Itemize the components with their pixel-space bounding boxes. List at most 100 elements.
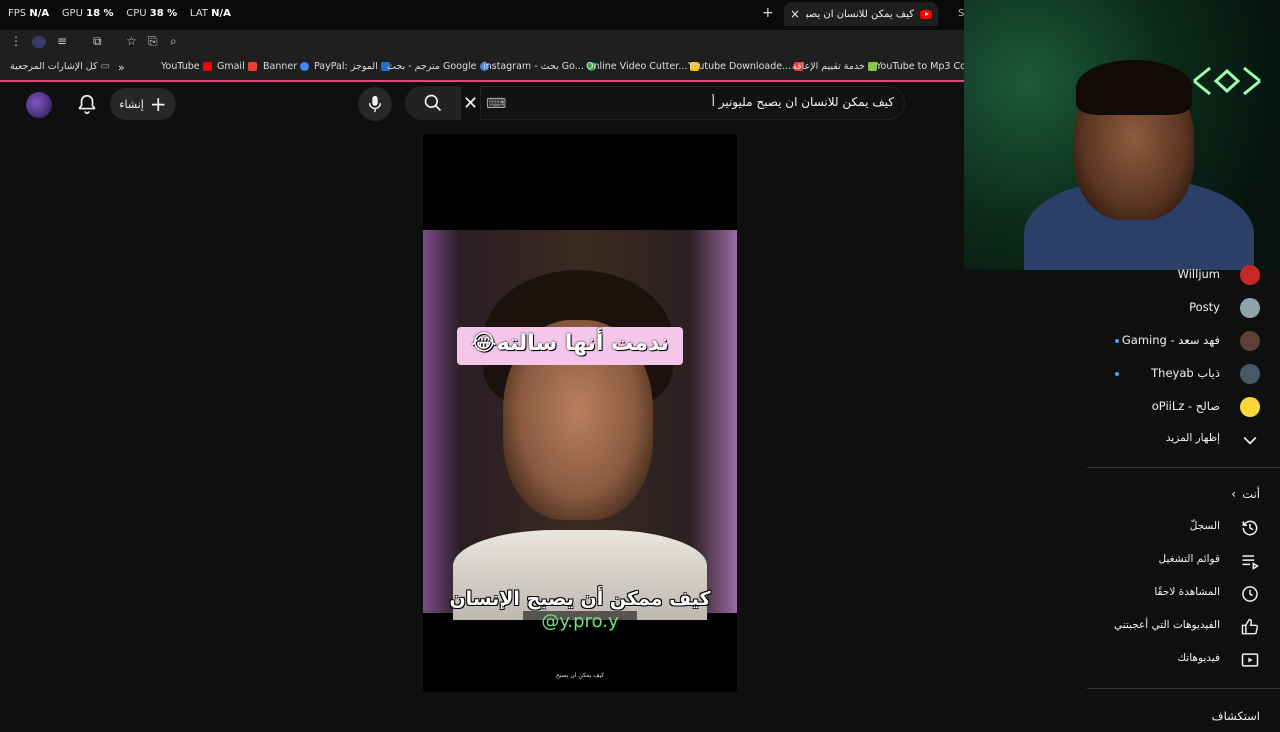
create-button[interactable]: إنشاء + bbox=[110, 88, 176, 120]
tab-title: كيف يمكن للانسان ان يصبح bbox=[806, 8, 914, 20]
new-content-dot bbox=[1115, 339, 1119, 343]
subscription-item[interactable]: Willjum bbox=[1087, 260, 1280, 290]
extensions-icon[interactable]: ⧉ bbox=[93, 34, 102, 49]
profile-icon[interactable] bbox=[32, 36, 46, 48]
you-section-title: أنت bbox=[1242, 487, 1260, 501]
all-bookmarks[interactable]: كل الإشارات المرجعية ▭ bbox=[10, 61, 110, 72]
channel-name: ذياب Theyab bbox=[1151, 366, 1220, 380]
menu-dots-icon[interactable]: ⋮ bbox=[10, 34, 22, 48]
sidebar-item-label: المشاهدة لاحقًا bbox=[1154, 586, 1220, 598]
channel-avatar[interactable] bbox=[26, 92, 52, 118]
sidebar-item-playlists[interactable]: قوائم التشغيل bbox=[1087, 546, 1280, 576]
guide-sidebar: Willjum Posty فهد سعد - Gaming ذياب They… bbox=[1087, 265, 1280, 723]
subscription-item[interactable]: Posty bbox=[1087, 293, 1280, 323]
search-query: كيف يمكن للانسان ان يصبح مليونير أ bbox=[711, 95, 894, 109]
bookmark-label: خدمة تقييم الإعاقة bbox=[792, 61, 865, 72]
bookmark-label: PayPal: الموجز bbox=[314, 61, 378, 72]
bookmark-label: Banner bbox=[263, 61, 298, 72]
fps-value: N/A bbox=[29, 8, 50, 19]
sidebar-divider bbox=[1087, 688, 1280, 689]
perf-overlay: FPS N/A GPU 18 % CPU 38 % LAT N/A bbox=[8, 8, 231, 19]
sidebar-item-your-videos[interactable]: فيديوهاتك bbox=[1087, 645, 1280, 675]
shorts-video-player[interactable]: ندمت أنها سالته😂 كيف ممكن أن يصبح الإنسا… bbox=[423, 134, 737, 692]
fps-label: FPS bbox=[8, 8, 27, 19]
new-tab-button[interactable]: + bbox=[762, 5, 774, 21]
subscription-item[interactable]: صالح - oPiiLz bbox=[1087, 392, 1280, 422]
bookmark-label: YouTube bbox=[161, 61, 200, 72]
lat-label: LAT bbox=[189, 8, 208, 19]
streamer-hair bbox=[1076, 60, 1192, 115]
video-caption-bottom: كيف ممكن أن يصبح الإنسان bbox=[449, 588, 711, 610]
bookmark-item[interactable]: Online Video Cutter... bbox=[586, 61, 700, 72]
voice-search-button[interactable] bbox=[358, 87, 392, 121]
clock-icon bbox=[1242, 586, 1258, 602]
subscription-item[interactable]: ذياب Theyab bbox=[1087, 359, 1280, 389]
bookmark-item[interactable]: Gmail bbox=[217, 61, 257, 72]
bookmark-star-icon[interactable]: ☆ bbox=[126, 34, 137, 48]
folder-icon: ▭ bbox=[100, 61, 110, 72]
channel-name: فهد سعد - Gaming bbox=[1121, 333, 1220, 347]
new-content-dot bbox=[1115, 372, 1119, 376]
video-play-icon bbox=[1241, 653, 1259, 667]
sidebar-item-label: السجلّ bbox=[1189, 520, 1220, 532]
zoom-icon[interactable]: ⌕ bbox=[170, 34, 177, 49]
cpu-value: 38 % bbox=[149, 8, 178, 19]
neon-logo-icon bbox=[1193, 66, 1261, 96]
sidebar-item-history[interactable]: السجلّ bbox=[1087, 513, 1280, 543]
channel-avatar bbox=[1240, 364, 1260, 384]
all-bookmarks-label: كل الإشارات المرجعية bbox=[10, 61, 98, 72]
sidebar-item-label: الفيديوهات التي أعجبتني bbox=[1113, 619, 1220, 631]
bookmarks-overflow-icon[interactable]: » bbox=[118, 61, 125, 74]
lat-value: N/A bbox=[211, 8, 231, 19]
explore-section-header: استكشاف bbox=[1087, 702, 1280, 732]
sidebar-item-liked-videos[interactable]: الفيديوهات التي أعجبتني bbox=[1087, 612, 1280, 642]
reading-list-icon[interactable]: ≡ bbox=[57, 34, 67, 48]
bookmark-label: Gmail bbox=[217, 61, 245, 72]
channel-avatar bbox=[1240, 298, 1260, 318]
sidebar-item-label: قوائم التشغيل bbox=[1158, 553, 1220, 565]
subscription-item[interactable]: فهد سعد - Gaming bbox=[1087, 326, 1280, 356]
bookmark-label: مترجم - بحث Google bbox=[387, 61, 477, 72]
youtube-icon bbox=[202, 62, 212, 71]
bookmark-label: Online Video Cutter... bbox=[586, 61, 688, 72]
show-more-button[interactable]: إظهار المزيد bbox=[1087, 425, 1280, 455]
microphone-icon bbox=[368, 95, 382, 113]
you-section-header[interactable]: أنت › bbox=[1087, 480, 1280, 510]
tab-close-icon[interactable]: × bbox=[790, 7, 800, 21]
channel-name: Willjum bbox=[1177, 267, 1220, 281]
share-icon[interactable]: ⎘ bbox=[148, 34, 158, 49]
gmail-icon bbox=[247, 62, 257, 71]
bookmark-item[interactable]: PayPal: الموجز bbox=[314, 61, 390, 72]
active-tab[interactable]: كيف يمكن للانسان ان يصبح × bbox=[784, 2, 938, 26]
video-watermark-handle: @y.pro.y bbox=[523, 611, 637, 632]
bookmark-item[interactable]: مترجم - بحث Google bbox=[387, 61, 489, 72]
bookmark-label: instagram - بحث Go... bbox=[483, 61, 584, 72]
channel-avatar bbox=[1240, 265, 1260, 285]
playlist-icon bbox=[1242, 555, 1259, 570]
browser-toolbar bbox=[0, 30, 964, 54]
keyboard-icon[interactable]: ⌨ bbox=[486, 96, 506, 112]
thumbs-up-icon bbox=[1241, 618, 1259, 635]
clear-search-icon[interactable]: ✕ bbox=[463, 93, 478, 114]
caption-top-text: ندمت أنها سالته😂 bbox=[471, 331, 669, 356]
explore-title: استكشاف bbox=[1211, 709, 1260, 723]
bookmark-item[interactable]: instagram - بحث Go... bbox=[483, 61, 596, 72]
video-frame: ندمت أنها سالته😂 كيف ممكن أن يصبح الإنسا… bbox=[423, 230, 737, 632]
bookmark-item[interactable]: Youtube Downloade... bbox=[688, 61, 804, 72]
sidebar-divider bbox=[1087, 467, 1280, 468]
channel-name: صالح - oPiiLz bbox=[1151, 399, 1220, 413]
search-button[interactable] bbox=[405, 86, 461, 120]
channel-avatar bbox=[1240, 397, 1260, 417]
video-caption-top: ندمت أنها سالته😂 bbox=[457, 327, 683, 365]
show-more-label: إظهار المزيد bbox=[1165, 432, 1220, 444]
chevron-right-icon: › bbox=[1231, 487, 1236, 501]
gpu-value: 18 % bbox=[86, 8, 114, 19]
plus-icon: + bbox=[149, 92, 167, 116]
bookmark-item[interactable]: خدمة تقييم الإعاقة bbox=[792, 61, 877, 72]
notifications-bell-icon[interactable] bbox=[76, 93, 98, 119]
bookmark-item[interactable]: Banner bbox=[263, 61, 310, 72]
sidebar-item-watch-later[interactable]: المشاهدة لاحقًا bbox=[1087, 579, 1280, 609]
webcam-overlay bbox=[964, 0, 1280, 270]
bookmark-item[interactable]: YouTube bbox=[161, 61, 212, 72]
create-label: إنشاء bbox=[119, 97, 144, 111]
